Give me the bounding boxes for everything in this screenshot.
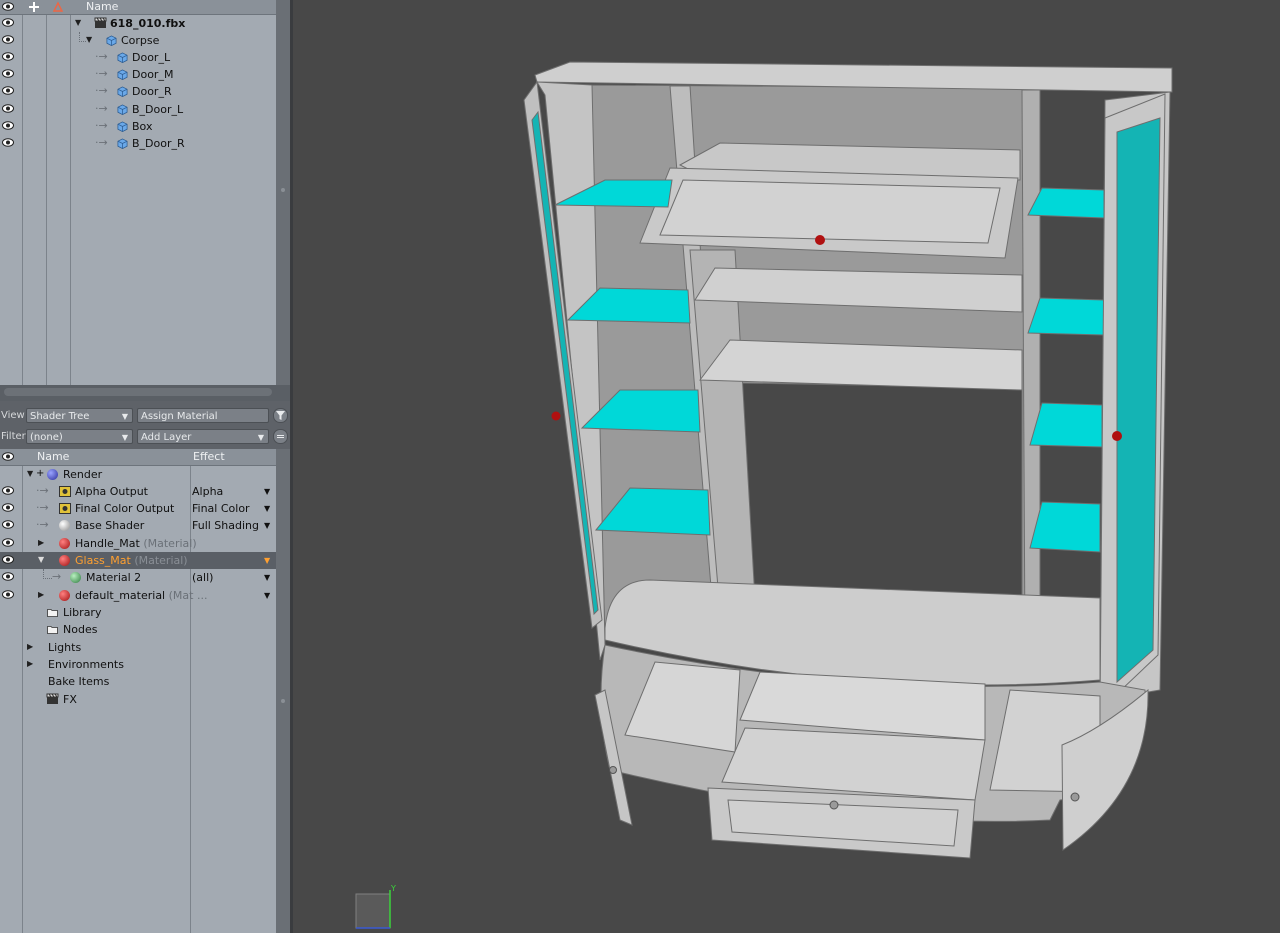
axis-gizmo[interactable]: Y — [354, 882, 396, 930]
drawer-knob — [829, 800, 839, 810]
glass-shelf — [1027, 187, 1105, 219]
cabinet-model — [523, 61, 1173, 859]
tv-opening — [737, 382, 1023, 601]
handle-knob — [1112, 431, 1122, 441]
y-axis-label: Y — [390, 884, 396, 893]
gizmo-cube — [355, 893, 391, 929]
glass-shelf — [1027, 297, 1105, 336]
glass-shelf — [1029, 501, 1101, 553]
handle-knob — [815, 235, 825, 245]
right-door-glass — [1116, 117, 1161, 684]
handle-knob — [551, 411, 561, 421]
right-column-wall — [1021, 89, 1041, 649]
door-knob — [609, 766, 617, 774]
viewport-render[interactable] — [0, 0, 1280, 933]
upper-cabinet-panel — [659, 179, 1001, 244]
door-knob — [1070, 792, 1080, 802]
glass-shelf — [1029, 402, 1103, 448]
